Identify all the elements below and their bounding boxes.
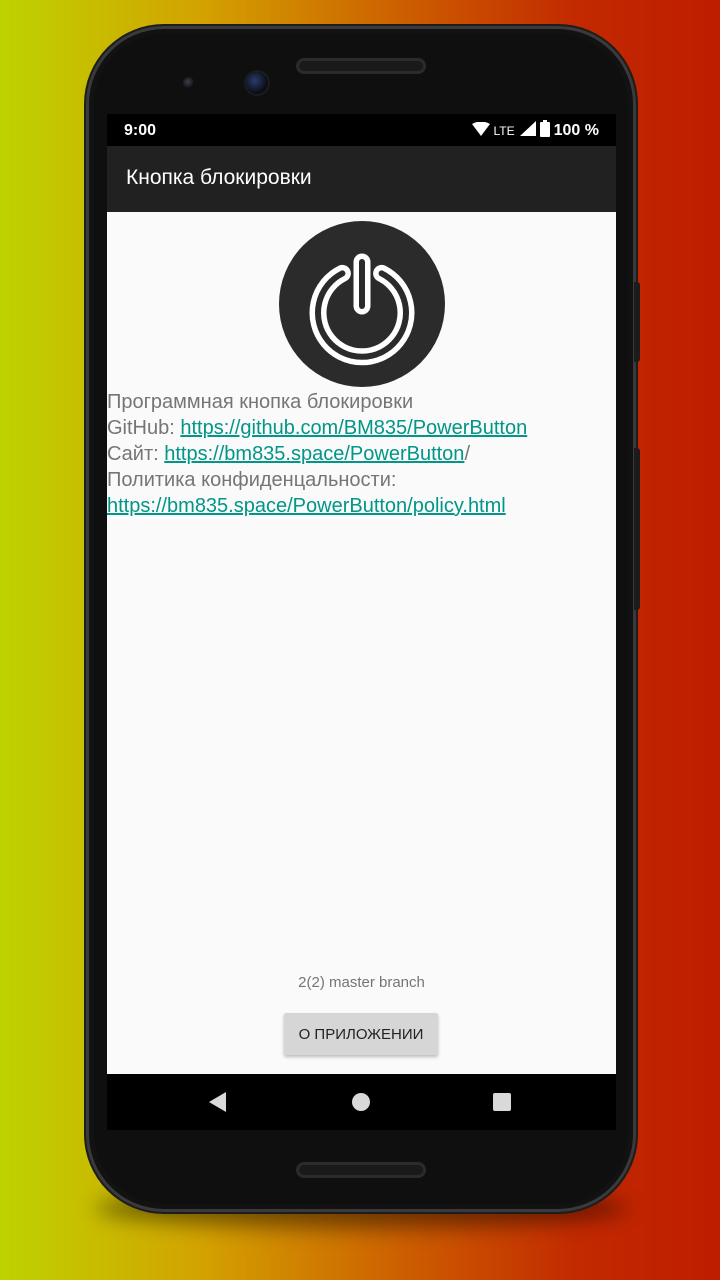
signal-icon bbox=[519, 121, 536, 141]
site-line: Сайт: https://bm835.space/PowerButton/ bbox=[107, 441, 616, 467]
status-bar: 9:00 LTE 100 % bbox=[107, 114, 616, 146]
side-button bbox=[634, 448, 640, 610]
github-label: GitHub: bbox=[107, 417, 181, 439]
phone-screen: 9:00 LTE 100 % Кнопка блокировки Програм… bbox=[107, 114, 616, 1130]
wifi-icon bbox=[471, 121, 490, 141]
battery-level: 100 % bbox=[553, 122, 599, 139]
main-content: Программная кнопка блокировки GitHub: ht… bbox=[107, 212, 616, 1074]
home-icon[interactable] bbox=[352, 1093, 370, 1111]
recents-icon[interactable] bbox=[493, 1093, 511, 1111]
proximity-sensor bbox=[183, 77, 195, 89]
policy-link[interactable]: https://bm835.space/PowerButton/policy.h… bbox=[107, 495, 506, 517]
network-type: LTE bbox=[493, 124, 515, 138]
version-text: 2(2) master branch bbox=[298, 974, 425, 991]
bottom-speaker bbox=[296, 1162, 426, 1178]
info-text: Программная кнопка блокировки GitHub: ht… bbox=[107, 389, 616, 519]
battery-icon bbox=[539, 120, 550, 142]
back-icon[interactable] bbox=[209, 1092, 226, 1112]
about-button[interactable]: О ПРИЛОЖЕНИИ bbox=[284, 1013, 438, 1055]
front-camera bbox=[246, 72, 268, 94]
site-suffix: / bbox=[464, 443, 470, 465]
app-description: Программная кнопка блокировки bbox=[107, 391, 414, 413]
navigation-bar bbox=[107, 1074, 616, 1130]
status-time: 9:00 bbox=[124, 122, 157, 139]
app-title: Кнопка блокировки bbox=[126, 166, 312, 189]
github-link[interactable]: https://github.com/BM835/PowerButton bbox=[180, 417, 527, 439]
policy-line: https://bm835.space/PowerButton/policy.h… bbox=[107, 493, 616, 519]
power-icon[interactable] bbox=[279, 221, 445, 387]
github-line: GitHub: https://github.com/BM835/PowerBu… bbox=[107, 415, 616, 441]
app-bar: Кнопка блокировки bbox=[107, 146, 616, 212]
earpiece-speaker bbox=[296, 58, 426, 74]
policy-label: Политика конфиденцальности: bbox=[107, 469, 397, 491]
volume-button bbox=[634, 282, 640, 362]
site-label: Сайт: bbox=[107, 443, 165, 465]
site-link[interactable]: https://bm835.space/PowerButton bbox=[164, 443, 464, 465]
status-icons: LTE 100 % bbox=[471, 120, 599, 142]
